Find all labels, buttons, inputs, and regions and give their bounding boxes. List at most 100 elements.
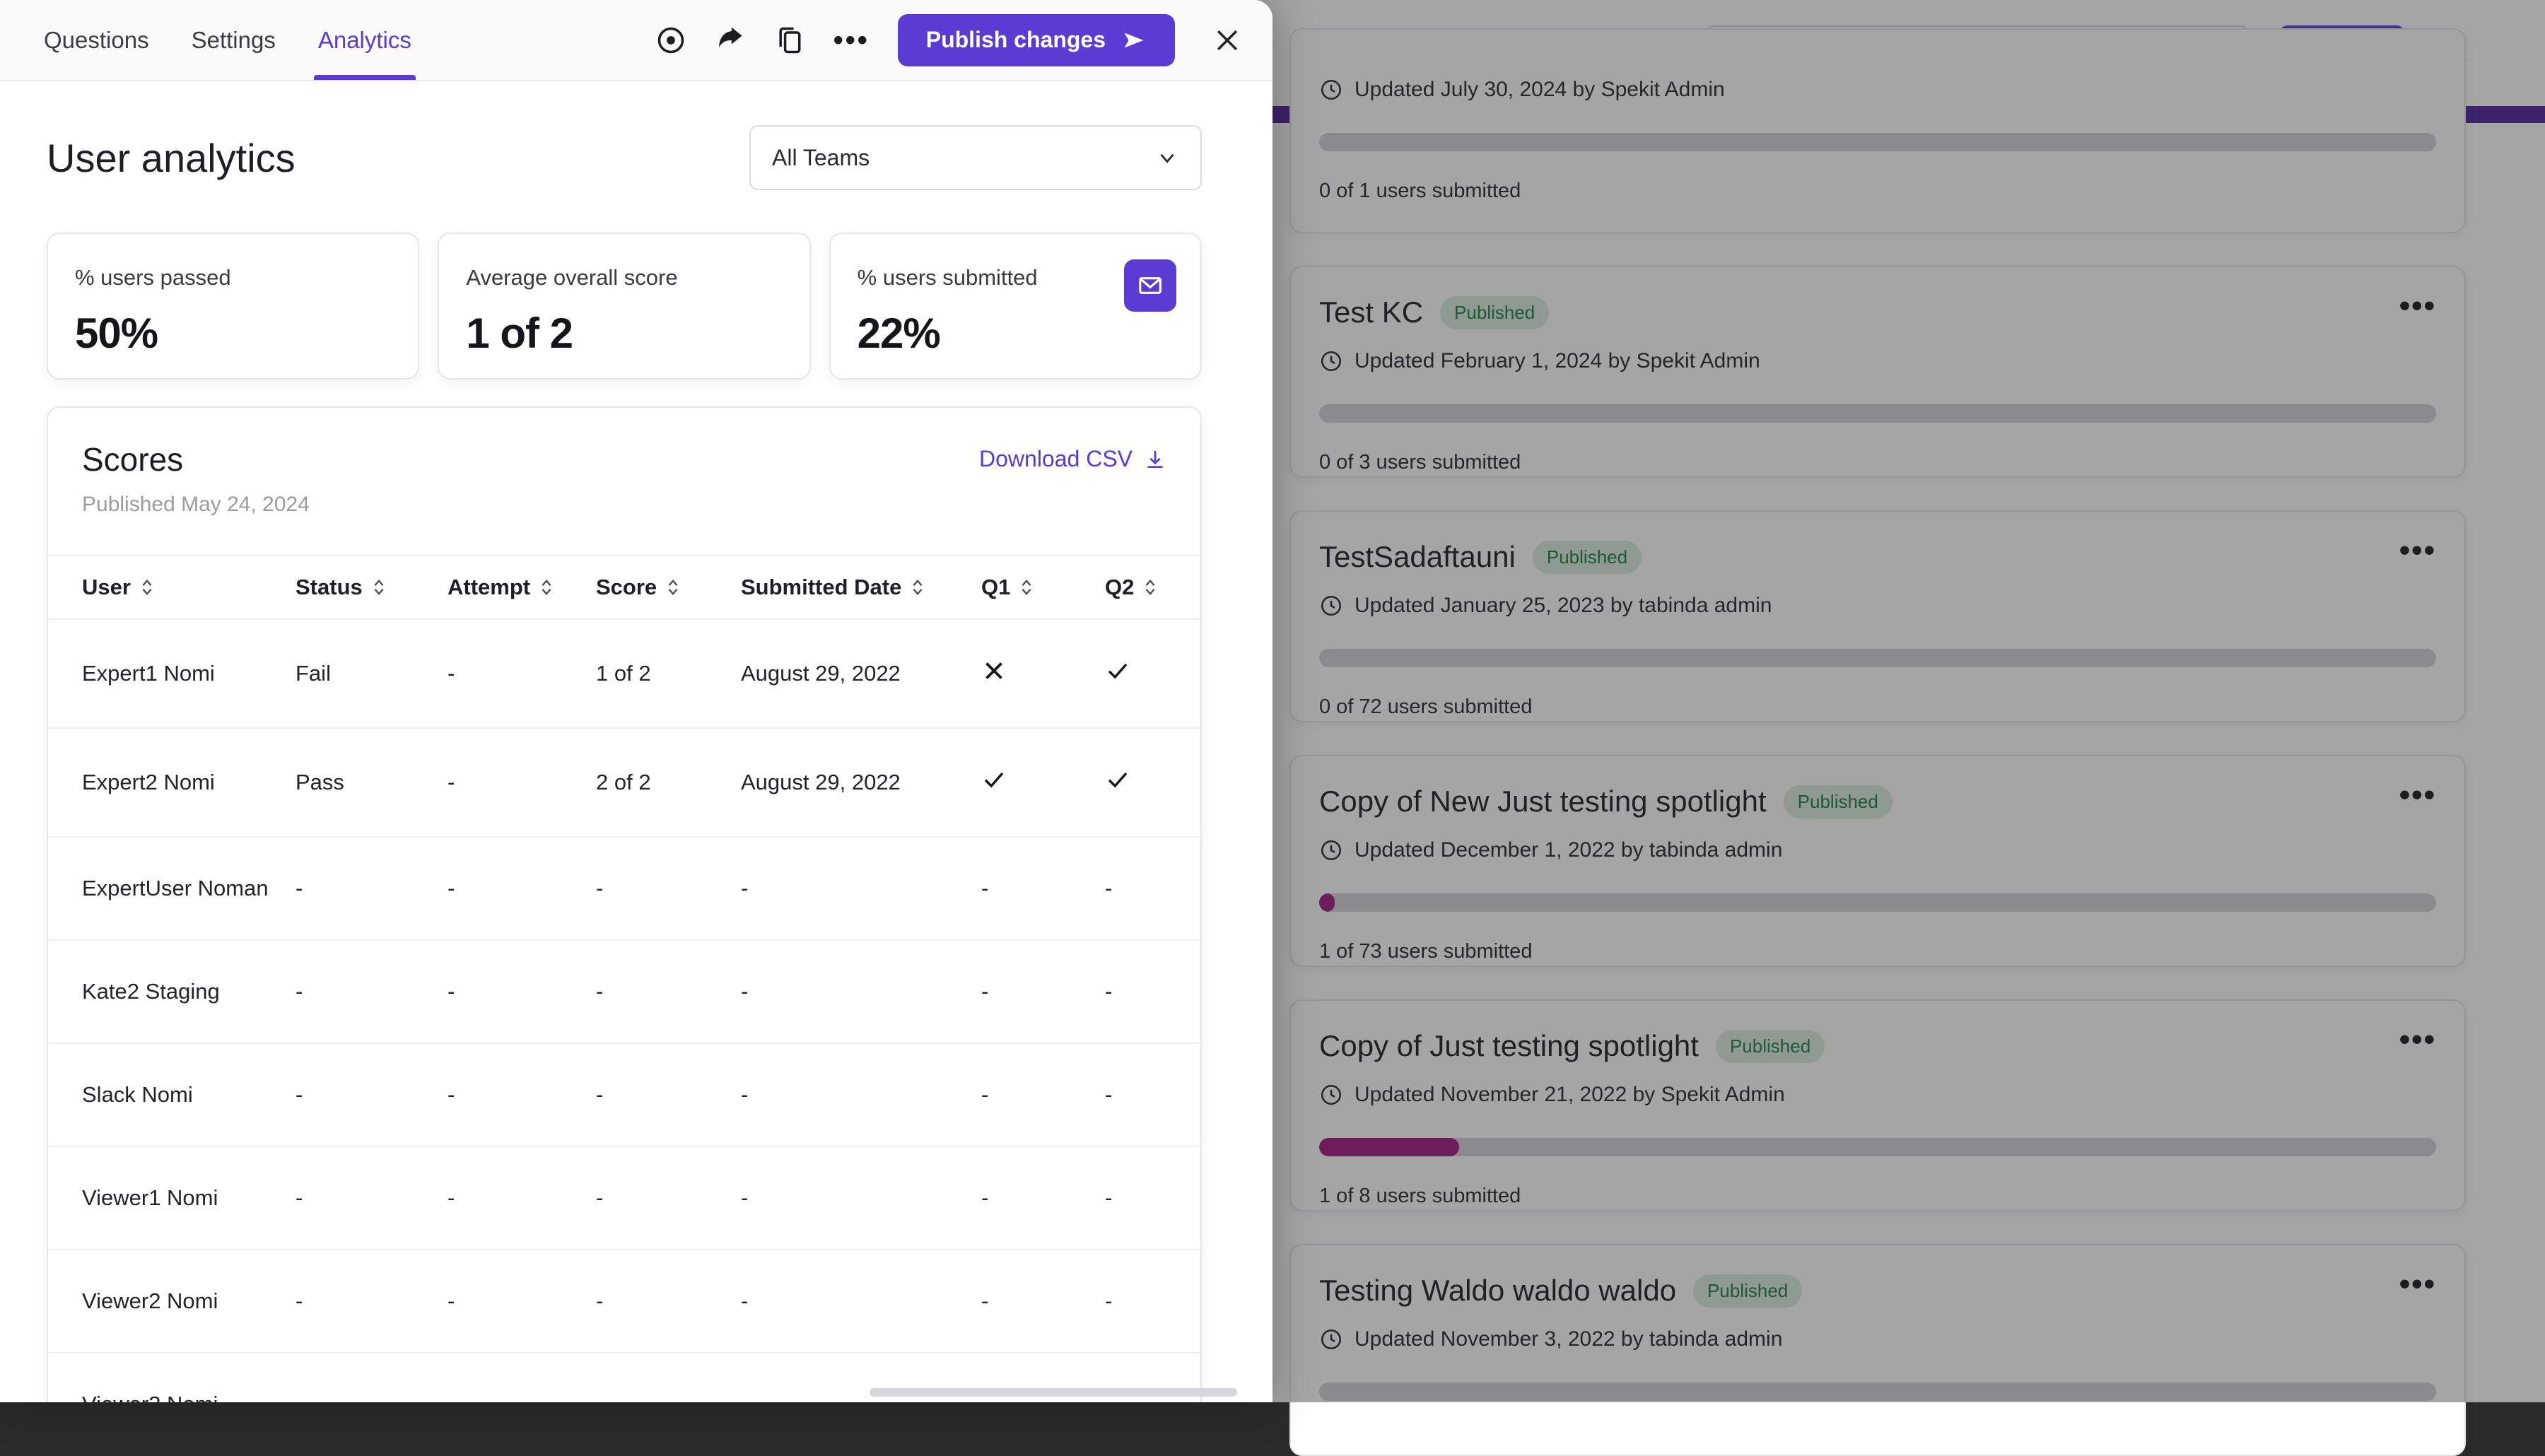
status-cell: - [296,1146,447,1250]
q2-cell: - [1105,1146,1200,1250]
scores-table-head: User Status Attempt Score Submitted Date… [48,556,1200,619]
download-csv-button[interactable]: Download CSV [979,446,1166,472]
scores-published-date: Published May 24, 2024 [82,493,310,517]
table-row[interactable]: Slack Nomi------ [48,1043,1200,1146]
score-cell: - [596,940,741,1043]
download-icon [1144,448,1166,471]
sort-icon [139,578,155,597]
attempt-cell: - [447,1250,596,1353]
publish-changes-button[interactable]: Publish changes [898,14,1175,66]
attempt-cell: - [447,1043,596,1146]
attempt-cell: - [447,1146,596,1250]
stat-value: 1 of 2 [466,309,782,358]
stat-card-users-submitted: % users submitted 22% [829,233,1202,380]
send-reminder-email-button[interactable] [1124,259,1176,312]
teams-filter-dropdown[interactable]: All Teams [749,125,1202,190]
status-cell: - [296,1353,447,1402]
sort-icon [371,578,387,597]
attempt-cell: - [447,940,596,1043]
sort-icon [539,578,554,597]
eye-target-icon[interactable] [655,25,686,56]
tab-analytics[interactable]: Analytics [318,0,411,80]
table-row[interactable]: ExpertUser Noman------ [48,837,1200,940]
stat-label: Average overall score [466,265,782,290]
user-cell: Slack Nomi [48,1043,296,1146]
submitted-date-cell: - [741,1250,981,1353]
column-header-q1[interactable]: Q1 [981,556,1105,619]
stats-row: % users passed 50% Average overall score… [45,233,1227,380]
submitted-date-cell: - [741,1043,981,1146]
modal-tabs: Questions Settings Analytics [0,0,411,80]
copy-icon[interactable] [774,25,805,56]
q2-cell: - [1105,1043,1200,1146]
score-cell: - [596,1043,741,1146]
score-cell: - [596,1146,741,1250]
attempt-cell: - [447,1353,596,1402]
scores-table-body: Expert1 NomiFail-1 of 2August 29, 2022Ex… [48,619,1200,1402]
status-cell: Pass [296,728,447,837]
column-header-status[interactable]: Status [296,556,447,619]
sort-icon [1019,578,1034,597]
share-arrow-icon[interactable] [715,25,746,56]
publish-label: Publish changes [926,27,1106,53]
check-icon [981,767,1007,792]
attempt-cell: - [447,619,596,728]
more-options-icon[interactable]: ••• [833,35,870,46]
q2-cell [1105,728,1200,837]
stat-card-average-score: Average overall score 1 of 2 [438,233,810,380]
q1-cell [981,728,1105,837]
status-cell: - [296,1250,447,1353]
submitted-date-cell: August 29, 2022 [741,619,981,728]
scores-table: User Status Attempt Score Submitted Date… [48,555,1200,1402]
user-cell: Viewer2 Nomi [48,1250,296,1353]
q1-cell: - [981,940,1105,1043]
attempt-cell: - [447,837,596,940]
column-header-submitted-date[interactable]: Submitted Date [741,556,981,619]
scores-card: Scores Published May 24, 2024 Download C… [47,406,1202,1402]
sort-icon [665,578,681,597]
check-icon [1105,767,1130,792]
teams-filter-value: All Teams [772,145,870,171]
table-row[interactable]: Viewer2 Nomi------ [48,1250,1200,1353]
score-cell: - [596,837,741,940]
user-cell: ExpertUser Noman [48,837,296,940]
q1-cell [981,619,1105,728]
table-row[interactable]: Viewer1 Nomi------ [48,1146,1200,1250]
q2-cell: - [1105,1250,1200,1353]
score-cell: 1 of 2 [596,619,741,728]
stat-value: 50% [75,309,391,358]
close-icon [1212,25,1243,56]
column-header-q2[interactable]: Q2 [1105,556,1200,619]
user-cell: Expert1 Nomi [48,619,296,728]
check-icon [1105,658,1130,683]
column-header-user[interactable]: User [48,556,296,619]
column-header-score[interactable]: Score [596,556,741,619]
status-cell: - [296,1043,447,1146]
modal-toolbar: Questions Settings Analytics ••• Publish… [0,0,1272,81]
scores-header: Scores Published May 24, 2024 Download C… [48,408,1200,555]
table-row[interactable]: Expert2 NomiPass-2 of 2August 29, 2022 [48,728,1200,837]
page-header: User analytics All Teams [45,81,1227,199]
sort-icon [910,578,925,597]
stat-value: 22% [858,309,1174,358]
score-cell: - [596,1353,741,1402]
q1-cell: - [981,1043,1105,1146]
submitted-date-cell: - [741,1146,981,1250]
page-title: User analytics [47,135,296,181]
send-icon [1121,28,1147,53]
user-cell: Viewer1 Nomi [48,1146,296,1250]
mail-icon [1137,272,1164,299]
tab-settings[interactable]: Settings [192,0,276,80]
submitted-date-cell: August 29, 2022 [741,728,981,837]
close-modal-button[interactable] [1207,20,1247,60]
tab-questions[interactable]: Questions [44,0,149,80]
table-row[interactable]: Expert1 NomiFail-1 of 2August 29, 2022 [48,619,1200,728]
q2-cell [1105,619,1200,728]
q1-cell: - [981,837,1105,940]
q2-cell: - [1105,940,1200,1043]
column-header-attempt[interactable]: Attempt [447,556,596,619]
score-cell: 2 of 2 [596,728,741,837]
horizontal-scrollbar-thumb[interactable] [870,1388,1237,1397]
table-row[interactable]: Kate2 Staging------ [48,940,1200,1043]
table-header-row: User Status Attempt Score Submitted Date… [48,556,1200,619]
